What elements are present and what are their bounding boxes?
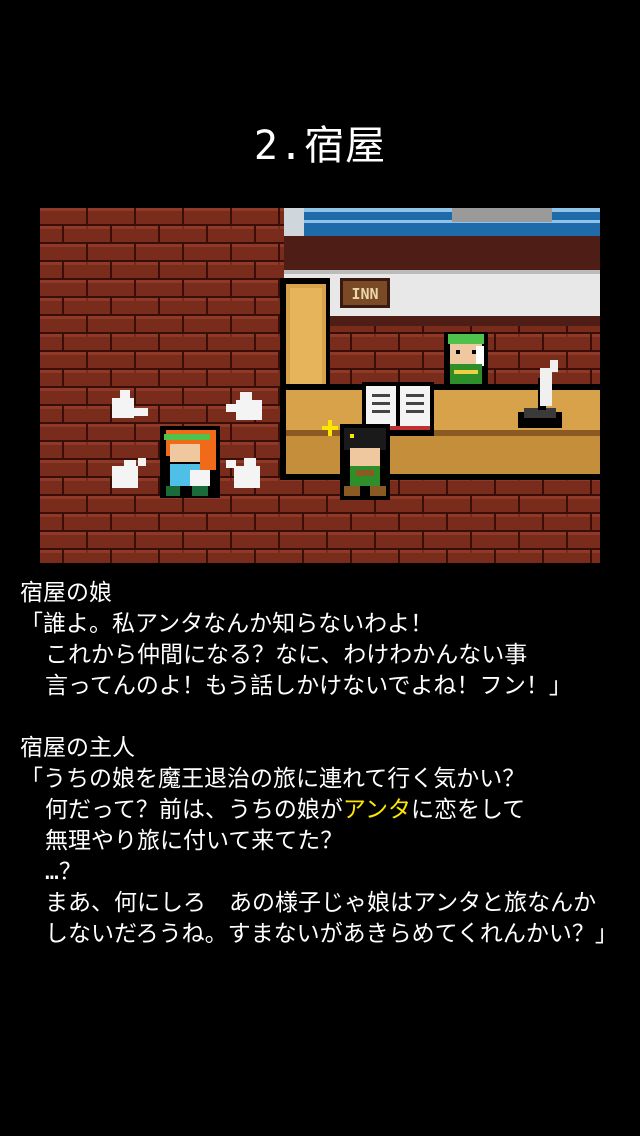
dialogue-line: 「誰よ。私アンタなんか知らないわよ！ [20,611,434,637]
hero-sprite[interactable] [340,424,390,500]
dialogue-text: に恋をして [410,797,526,823]
dialogue-line: …？ [45,859,82,885]
innkeeper-sprite[interactable] [444,332,488,384]
daughter-sprite[interactable] [160,426,220,498]
dialogue-line: 言ってんのよ！もう話しかけないでよね！フン！」 [45,673,572,699]
inn-sign-text: INN [351,285,378,303]
dialogue-line: 何だって？前は、うちの娘がアンタに恋をして [20,795,630,826]
dialogue-box[interactable]: 宿屋の娘 「誰よ。私アンタなんか知らないわよ！ これから仲間になる？なに、わけわ… [20,578,630,981]
dialogue-daughter: 宿屋の娘 「誰よ。私アンタなんか知らないわよ！ これから仲間になる？なに、わけわ… [20,578,630,702]
dialogue-line: 「うちの娘を魔王退治の旅に連れて行く気かい？ [20,766,526,792]
dialogue-line: しないだろうね。すまないがあきらめてくれんかい？」 [45,921,618,947]
dialogue-owner: 宿屋の主人 「うちの娘を魔王退治の旅に連れて行く気かい？ 何だって？前は、うちの… [20,733,630,950]
chapter-title: 2.宿屋 [253,123,387,169]
dialogue-line: 無理やり旅に付いて来てた？ [45,828,344,854]
highlighted-word: アンタ [342,797,411,823]
dialogue-line: これから仲間になる？なに、わけわかんない事 [45,642,528,668]
speaker-name: 宿屋の娘 [20,580,112,606]
game-scene[interactable]: INN [40,208,600,563]
dialogue-line: まあ、何にしろ あの様子じゃ娘はアンタと旅なんか [45,890,597,916]
inn-building [284,208,600,326]
dialogue-text: 何だって？前は、うちの娘が [45,797,343,823]
speaker-name: 宿屋の主人 [20,735,135,761]
inn-sign: INN [340,278,390,308]
